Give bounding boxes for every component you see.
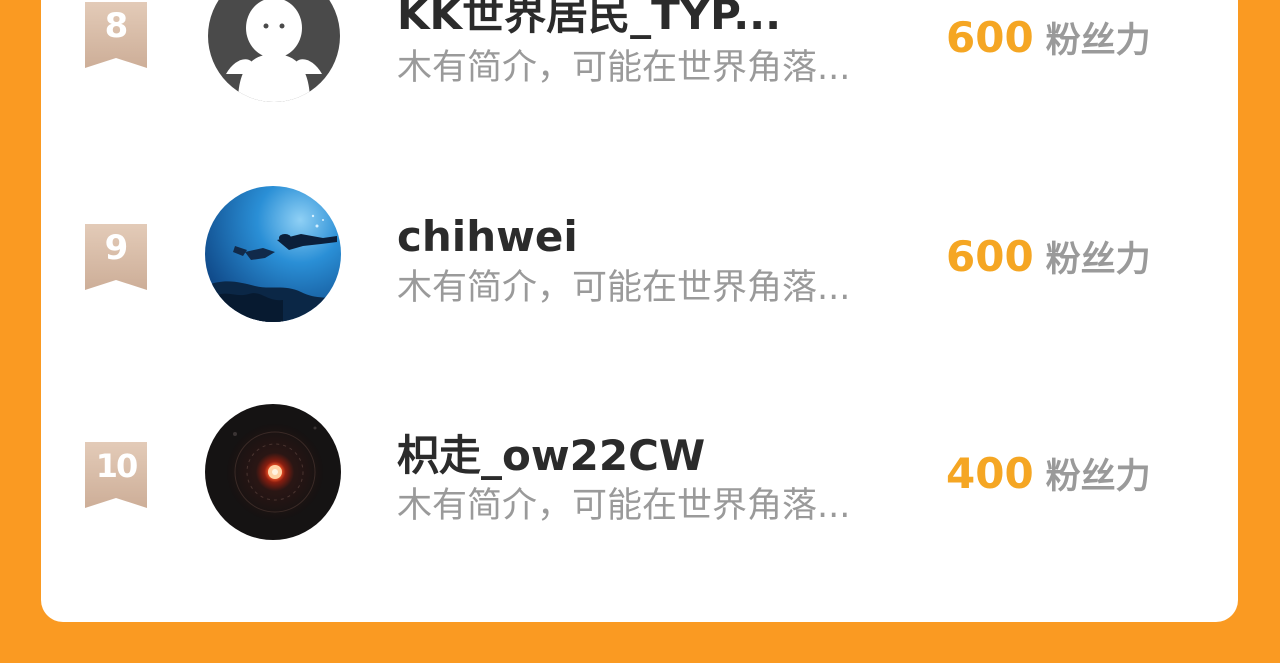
fans-value: 600 [946, 13, 1034, 62]
ranking-row[interactable]: 10 枳走_ow22CW 木有简介，可能在世界角落... 400 粉丝力 [41, 398, 1238, 548]
diver-photo [205, 186, 341, 322]
user-name[interactable]: chihwei [397, 212, 578, 262]
rank-badge: 9 [85, 224, 147, 290]
user-name[interactable]: 枳走_ow22CW [397, 431, 705, 481]
default-avatar-icon [208, 0, 340, 102]
fans-label: 粉丝力 [1045, 457, 1151, 497]
fans-power: 400 粉丝力 [946, 449, 1151, 499]
user-bio: 木有简介，可能在世界角落... [397, 48, 851, 88]
fans-value: 400 [946, 449, 1034, 498]
fans-power: 600 粉丝力 [946, 232, 1151, 282]
user-name[interactable]: KK世界居民_TYP... [397, 0, 781, 40]
rank-number: 9 [104, 228, 129, 268]
dark-orb-photo [205, 404, 341, 540]
fans-value: 600 [946, 232, 1034, 281]
rank-number: 10 [95, 447, 139, 485]
ranking-card: 8 KK世界居民_TYP... 木有简介，可能在世界角落... 600 粉丝力 [41, 0, 1238, 622]
avatar[interactable] [205, 404, 341, 540]
fans-label: 粉丝力 [1045, 240, 1151, 280]
avatar[interactable] [205, 186, 341, 322]
user-bio: 木有简介，可能在世界角落... [397, 268, 851, 308]
avatar[interactable] [208, 0, 340, 102]
rank-badge: 8 [85, 2, 147, 68]
ranking-row[interactable]: 8 KK世界居民_TYP... 木有简介，可能在世界角落... 600 粉丝力 [41, 0, 1238, 110]
rank-badge: 10 [85, 442, 147, 508]
ranking-row[interactable]: 9 chihwei 木有简介，可能在世界角落... 600 粉丝力 [41, 180, 1238, 330]
fans-power: 600 粉丝力 [946, 13, 1151, 63]
user-bio: 木有简介，可能在世界角落... [397, 486, 851, 526]
fans-label: 粉丝力 [1045, 21, 1151, 61]
rank-number: 8 [104, 6, 129, 46]
